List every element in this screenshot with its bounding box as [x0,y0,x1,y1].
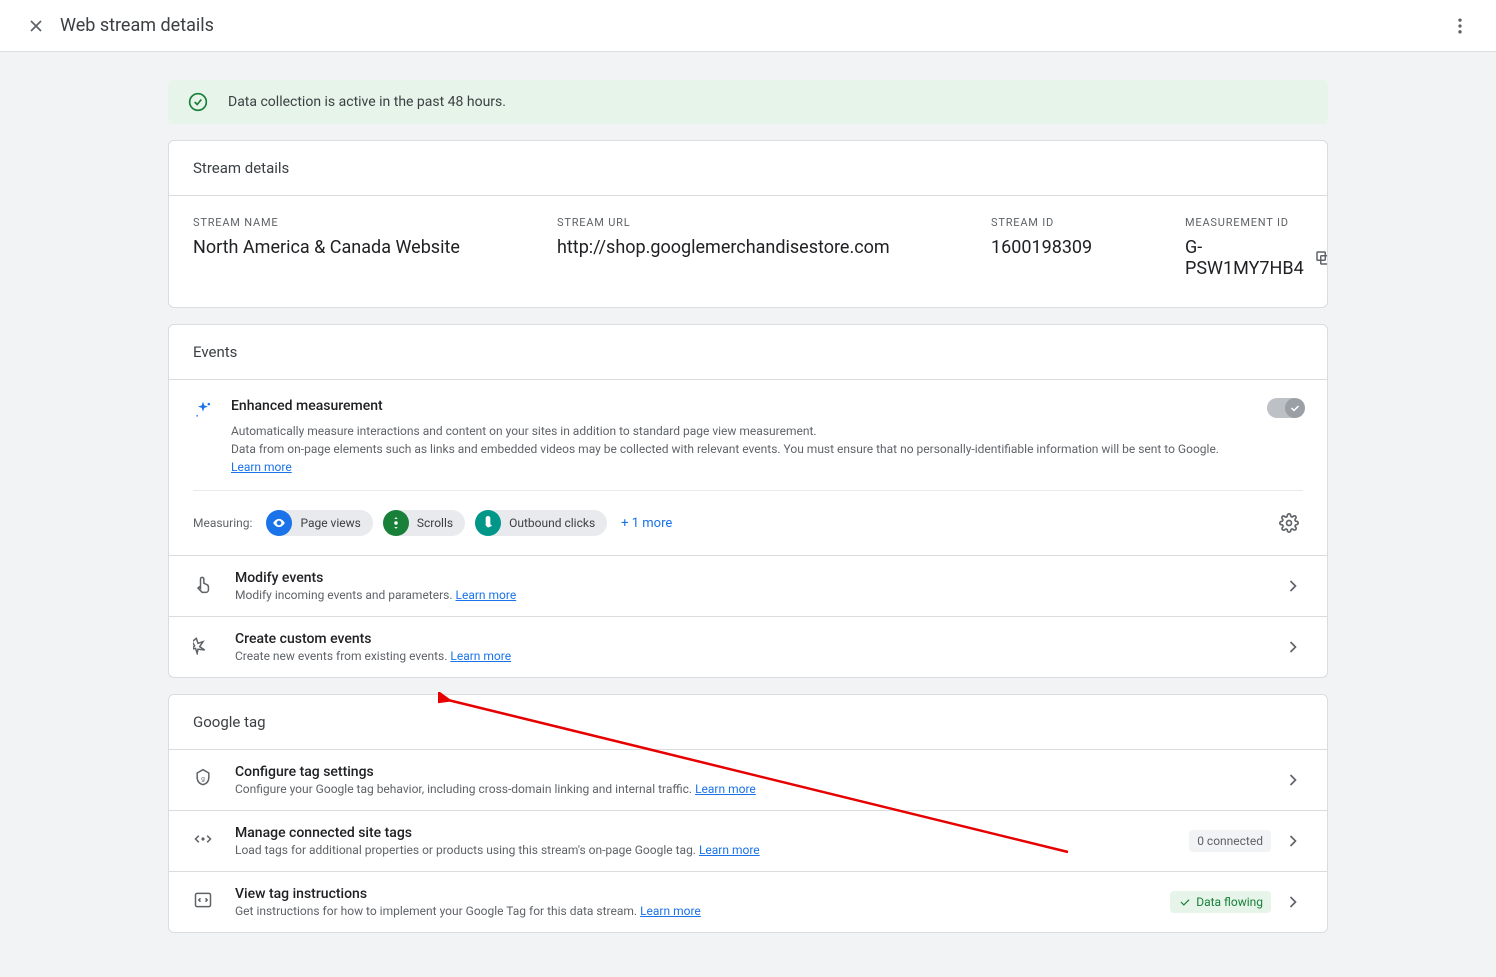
chip-page-views: Page views [266,510,372,536]
code-box-icon [193,890,217,914]
configure-tag-sub: Configure your Google tag behavior, incl… [235,782,1283,796]
status-banner: Data collection is active in the past 48… [168,80,1328,124]
events-card: Events Enhanced measurement Automaticall… [168,324,1328,678]
check-circle-icon [188,92,208,112]
view-instructions-row[interactable]: View tag instructions Get instructions f… [169,872,1327,932]
measurement-id-value: G-PSW1MY7HB4 [1185,237,1304,279]
measuring-row: Measuring: Page views Scrolls [193,490,1303,537]
close-button[interactable] [16,6,56,46]
view-instructions-sub: Get instructions for how to implement yo… [235,904,1170,918]
manage-tags-row[interactable]: Manage connected site tags Load tags for… [169,811,1327,872]
chevron-right-icon [1283,637,1303,657]
stream-details-grid: STREAM NAME North America & Canada Websi… [169,196,1327,307]
click-icon [475,510,501,536]
check-icon [1289,402,1301,414]
copy-icon [1314,249,1328,267]
modify-events-title: Modify events [235,570,1283,586]
measurement-id-label: MEASUREMENT ID [1185,216,1328,229]
stream-url-value: http://shop.googlemerchandisestore.com [557,237,967,258]
stream-id-value: 1600198309 [991,237,1161,258]
page-header: Web stream details [0,0,1496,52]
chevron-right-icon [1283,576,1303,596]
stream-name-value: North America & Canada Website [193,237,533,258]
more-vert-icon [1450,16,1470,36]
modify-events-row[interactable]: Modify events Modify incoming events and… [169,556,1327,617]
chip-outbound: Outbound clicks [475,510,607,536]
configure-tag-title: Configure tag settings [235,764,1283,780]
connected-count-badge: 0 connected [1189,830,1271,852]
view-instructions-title: View tag instructions [235,886,1170,902]
view-learn-more-link[interactable]: Learn more [640,904,701,918]
measuring-label: Measuring: [193,516,252,530]
eye-icon [266,510,292,536]
manage-learn-more-link[interactable]: Learn more [699,843,760,857]
chevron-right-icon [1283,892,1303,912]
configure-tag-row[interactable]: g Configure tag settings Configure your … [169,750,1327,811]
chevron-right-icon [1283,770,1303,790]
svg-text:g: g [201,775,205,783]
copy-measurement-id-button[interactable] [1314,249,1328,267]
close-icon [26,16,46,36]
content-area: Data collection is active in the past 48… [168,52,1328,977]
tag-icon: g [193,768,217,792]
check-icon [1178,895,1192,909]
more-options-button[interactable] [1440,6,1480,46]
enhanced-settings-button[interactable] [1275,509,1303,537]
manage-tags-title: Manage connected site tags [235,825,1189,841]
stream-name-label: STREAM NAME [193,216,533,229]
enhanced-learn-more-link[interactable]: Learn more [231,460,292,474]
banner-text: Data collection is active in the past 48… [228,94,506,110]
stream-details-header: Stream details [169,141,1327,196]
enhanced-measurement-toggle[interactable] [1267,398,1303,418]
configure-learn-more-link[interactable]: Learn more [695,782,756,796]
stream-id-label: STREAM ID [991,216,1161,229]
create-custom-events-row[interactable]: Create custom events Create new events f… [169,617,1327,677]
sparkles-icon [193,400,213,476]
link-icon [193,829,217,853]
custom-learn-more-link[interactable]: Learn more [450,649,511,663]
stream-url-label: STREAM URL [557,216,967,229]
modify-learn-more-link[interactable]: Learn more [456,588,517,602]
chevron-right-icon [1283,831,1303,851]
enhanced-measurement-desc: Automatically measure interactions and c… [231,422,1247,476]
page-title: Web stream details [60,15,214,36]
more-chips-link[interactable]: + 1 more [621,516,672,531]
gear-icon [1279,513,1299,533]
modify-events-sub: Modify incoming events and parameters. L… [235,588,1283,602]
custom-events-title: Create custom events [235,631,1283,647]
stream-details-card: Stream details STREAM NAME North America… [168,140,1328,308]
touch-icon [193,574,217,598]
enhanced-measurement-title: Enhanced measurement [231,398,1247,414]
google-tag-header: Google tag [169,695,1327,750]
scroll-icon [383,510,409,536]
google-tag-card: Google tag g Configure tag settings Conf… [168,694,1328,933]
chip-scrolls: Scrolls [383,510,465,536]
custom-events-sub: Create new events from existing events. … [235,649,1283,663]
sparkle-cursor-icon [193,635,217,659]
enhanced-measurement-section: Enhanced measurement Automatically measu… [169,380,1327,556]
manage-tags-sub: Load tags for additional properties or p… [235,843,1189,857]
events-header: Events [169,325,1327,380]
data-flowing-badge: Data flowing [1170,891,1271,913]
